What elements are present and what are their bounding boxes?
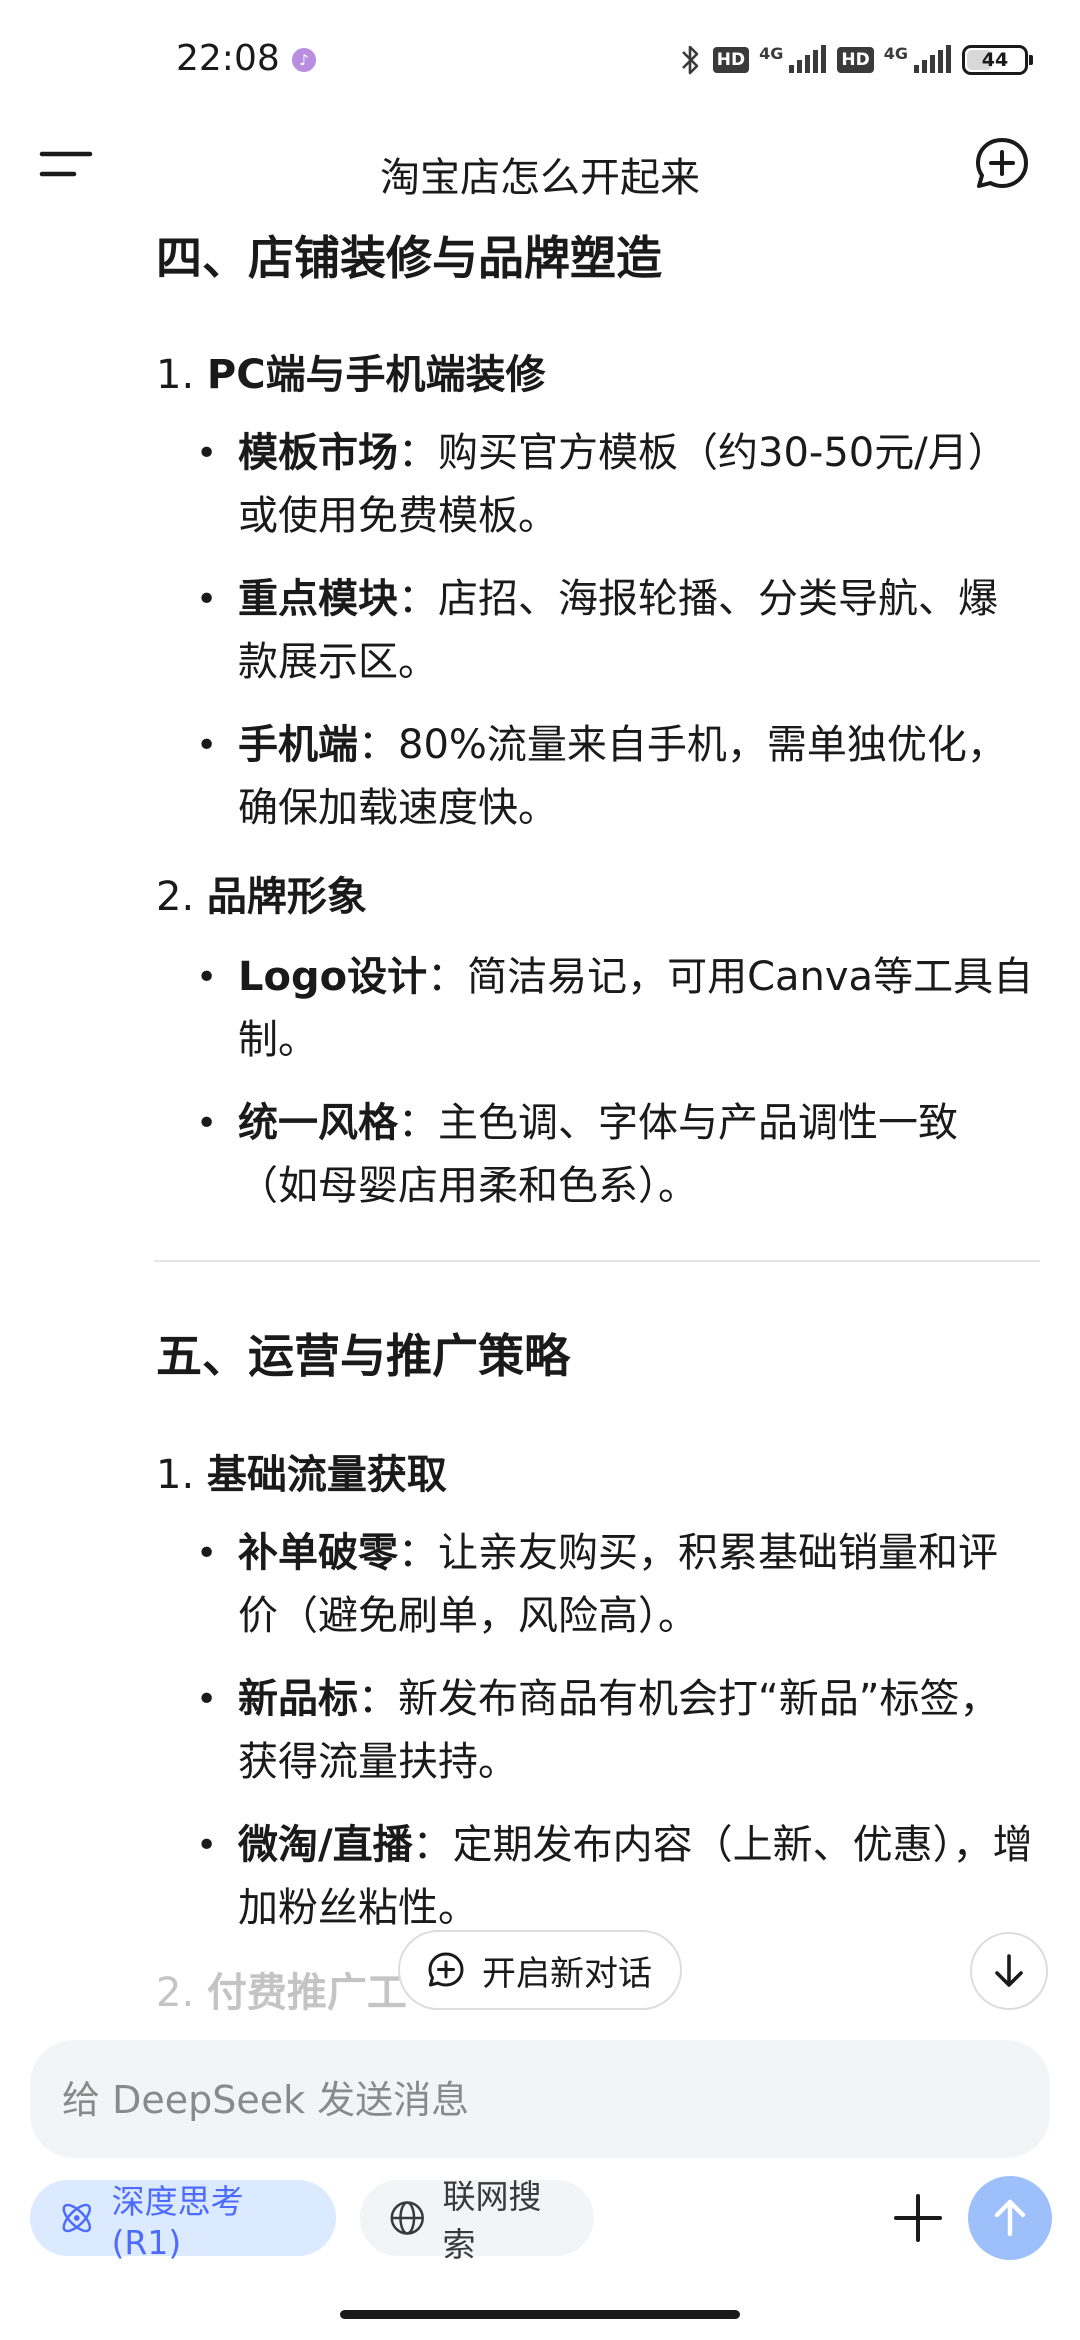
item-label: 基础流量获取	[206, 1452, 447, 1498]
status-bar: 22:08 ♪ HD 4G HD 4G 44	[0, 0, 1080, 120]
bullet-text: 新品标：新发布商品有机会打“新品”标签，获得流量扶持。	[238, 1676, 1000, 1785]
bullet-dot: •	[196, 957, 218, 998]
item-label: 付费推广工	[206, 1970, 407, 2016]
arrow-down-icon	[995, 1954, 1023, 1987]
web-search-toggle[interactable]: 联网搜索	[360, 2177, 594, 2264]
numbered-item-faded: 2. 付费推广工	[156, 1960, 407, 2018]
bullet-dot: •	[196, 579, 218, 620]
network-type-label: 4G	[883, 43, 908, 63]
status-indicators: HD 4G HD 4G 44	[679, 40, 1033, 80]
bullet-item: • 新品标：新发布商品有机会打“新品”标签，获得流量扶持。	[196, 1668, 1036, 1794]
bullet-text: 微淘/直播：定期发布内容（上新、优惠），增加粉丝粘性。	[238, 1822, 1033, 1931]
section-divider	[154, 1260, 1040, 1262]
bullet-dot: •	[196, 1679, 218, 1720]
message-input[interactable]	[60, 2040, 1024, 2160]
bullet-item: • 统一风格：主色调、字体与产品调性一致（如母婴店用柔和色系）。	[196, 1092, 1036, 1218]
bullet-item: • 重点模块：店招、海报轮播、分类导航、爆款展示区。	[196, 568, 1036, 694]
hd-badge: HD	[837, 47, 874, 73]
chat-content[interactable]: 四、店铺装修与品牌塑造 1. PC端与手机端装修 • 模板市场：购买官方模板（约…	[0, 200, 1080, 2020]
bullet-item: • 模板市场：购买官方模板（约30-50元/月）或使用免费模板。	[196, 422, 1036, 548]
signal-icon	[914, 45, 951, 73]
bullet-text: 手机端：80%流量来自手机，需单独优化，确保加载速度快。	[238, 722, 1007, 831]
arrow-up-icon	[994, 2199, 1026, 2237]
message-input-container	[30, 2040, 1050, 2160]
item-label: 品牌形象	[206, 874, 367, 920]
bullet-dot: •	[196, 1103, 218, 1144]
bullet-text: 模板市场：购买官方模板（约30-50元/月）或使用免费模板。	[238, 430, 1008, 539]
bullet-dot: •	[196, 1825, 218, 1866]
plus-icon	[894, 2194, 942, 2242]
bullet-item: • 手机端：80%流量来自手机，需单独优化，确保加载速度快。	[196, 714, 1036, 840]
bullet-text: 统一风格：主色调、字体与产品调性一致（如母婴店用柔和色系）。	[238, 1100, 958, 1209]
globe-icon	[390, 2201, 424, 2235]
network-type-label: 4G	[759, 43, 784, 63]
numbered-item: 1. 基础流量获取	[156, 1442, 447, 1500]
item-number: 2.	[156, 1970, 195, 2016]
bullet-item: • 微淘/直播：定期发布内容（上新、优惠），增加粉丝粘性。	[196, 1814, 1036, 1940]
bullet-dot: •	[196, 725, 218, 766]
page-title: 淘宝店怎么开起来	[380, 155, 700, 201]
chat-plus-icon	[428, 1952, 464, 1987]
numbered-item: 1. PC端与手机端装修	[156, 342, 546, 400]
atom-icon	[62, 2203, 92, 2233]
item-number: 1.	[156, 352, 195, 398]
status-time: 22:08	[176, 38, 280, 79]
bullet-text: 重点模块：店招、海报轮播、分类导航、爆款展示区。	[238, 576, 998, 685]
signal-icon	[789, 45, 827, 73]
item-label: PC端与手机端装修	[206, 352, 546, 398]
bluetooth-icon	[681, 45, 699, 75]
new-chat-pill[interactable]: 开启新对话	[398, 1930, 682, 2010]
bullet-item: • 补单破零：让亲友购买，积累基础销量和评价（避免刷单，风险高）。	[196, 1522, 1036, 1648]
bullet-dot: •	[196, 433, 218, 474]
bullet-text: Logo设计：简洁易记，可用Canva等工具自制。	[238, 954, 1034, 1063]
item-number: 1.	[156, 1452, 195, 1498]
new-chat-pill-label: 开启新对话	[482, 1953, 652, 1994]
numbered-item: 2. 品牌形象	[156, 864, 367, 922]
section-heading: 五、运营与推广策略	[156, 1329, 570, 1383]
hd-badge: HD	[712, 47, 750, 73]
send-button[interactable]	[968, 2176, 1052, 2260]
battery-percent: 44	[981, 49, 1009, 71]
home-indicator[interactable]	[340, 2310, 740, 2319]
web-search-label: 联网搜索	[442, 2177, 542, 2264]
scroll-to-bottom-button[interactable]	[970, 1932, 1048, 2010]
bullet-text: 补单破零：让亲友购买，积累基础销量和评价（避免刷单，风险高）。	[238, 1530, 998, 1639]
bullet-item: • Logo设计：简洁易记，可用Canva等工具自制。	[196, 946, 1036, 1072]
music-app-icon: ♪	[292, 48, 316, 72]
section-heading: 四、店铺装修与品牌塑造	[156, 231, 662, 285]
bullet-dot: •	[196, 1533, 218, 1574]
deep-think-label: 深度思考 (R1)	[111, 2181, 244, 2262]
attach-button[interactable]	[880, 2180, 956, 2256]
chat-plus-icon	[976, 138, 1028, 188]
battery-icon: 44	[962, 45, 1033, 75]
deep-think-toggle[interactable]: 深度思考 (R1)	[30, 2180, 336, 2262]
item-number: 2.	[156, 874, 195, 920]
new-chat-button[interactable]	[954, 116, 1050, 212]
